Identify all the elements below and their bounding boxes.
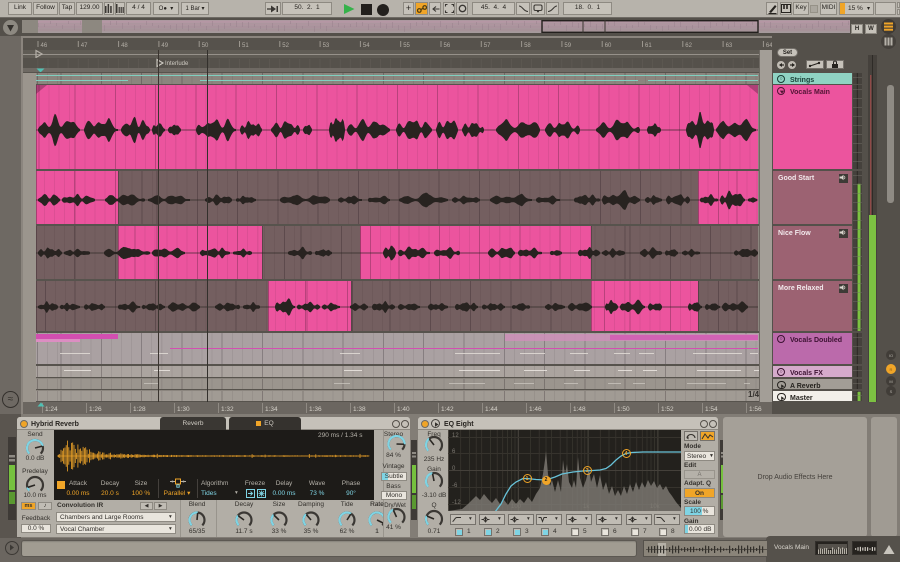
svg-text:1:46: 1:46 — [529, 406, 542, 413]
svg-text:1:28: 1:28 — [133, 406, 146, 413]
svg-text:1:34: 1:34 — [265, 406, 278, 413]
svg-text:1:26: 1:26 — [89, 406, 102, 413]
svg-text:1:50: 1:50 — [617, 406, 630, 413]
svg-text:1:44: 1:44 — [485, 406, 498, 413]
svg-text:1:32: 1:32 — [221, 406, 234, 413]
svg-text:1:40: 1:40 — [397, 406, 410, 413]
svg-text:1:56: 1:56 — [749, 406, 762, 413]
svg-text:1:52: 1:52 — [661, 406, 674, 413]
svg-text:1:54: 1:54 — [705, 406, 718, 413]
svg-text:1:48: 1:48 — [573, 406, 586, 413]
svg-text:1:24: 1:24 — [45, 406, 58, 413]
svg-text:1:36: 1:36 — [309, 406, 322, 413]
svg-text:1:42: 1:42 — [441, 406, 454, 413]
svg-text:1:30: 1:30 — [177, 406, 190, 413]
svg-text:1:38: 1:38 — [353, 406, 366, 413]
